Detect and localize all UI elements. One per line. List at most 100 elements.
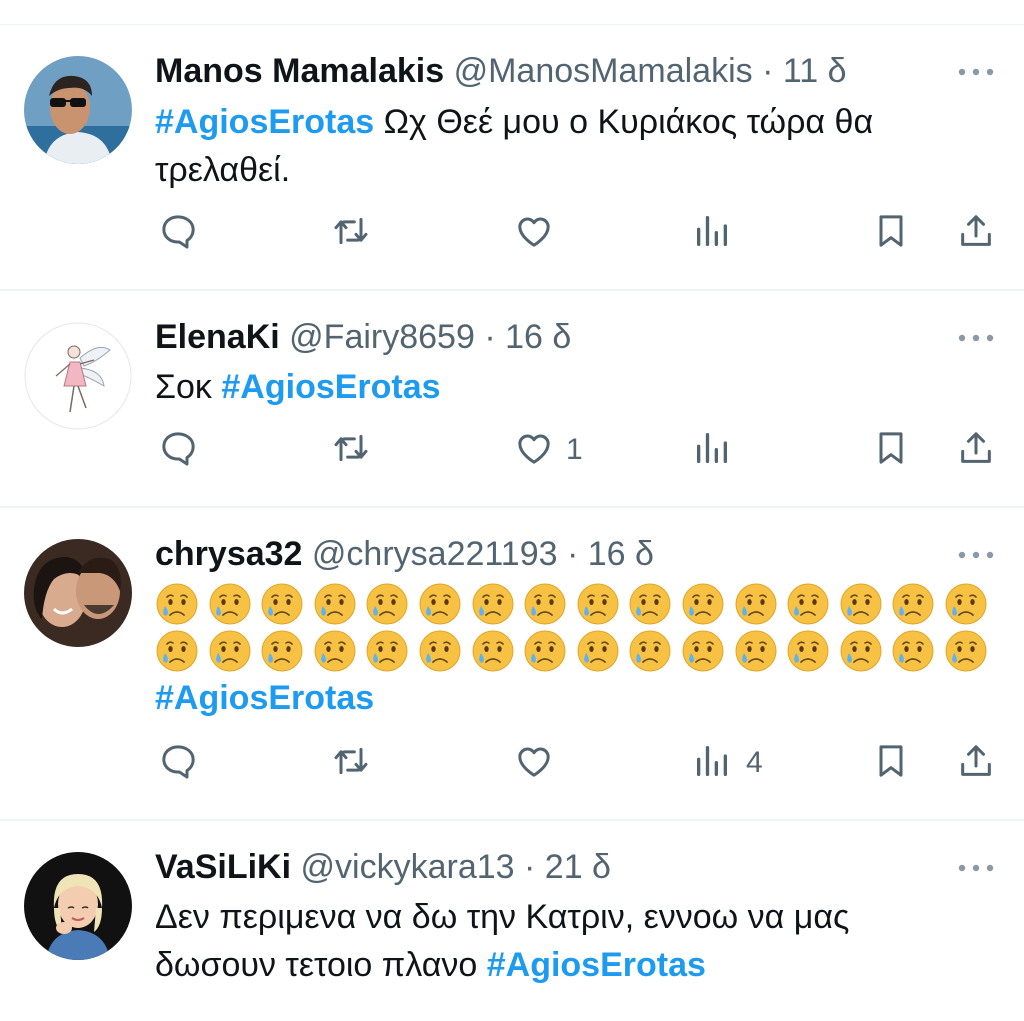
crying-face-emoji xyxy=(681,582,725,626)
display-name[interactable]: chrysa32 xyxy=(155,535,302,573)
separator-dot: · xyxy=(566,535,579,573)
crying-face-emoji xyxy=(891,582,935,626)
share-icon[interactable] xyxy=(956,741,996,785)
display-name[interactable]: VaSiLiKi xyxy=(155,848,291,886)
crying-face-emoji xyxy=(260,582,304,626)
tweet-chrysa[interactable]: chrysa32 @chrysa221193 · 16 δ #AgiosErot… xyxy=(0,508,1024,821)
tweet-header: ElenaKi @Fairy8659 · 16 δ xyxy=(155,317,571,357)
timestamp[interactable]: 21 δ xyxy=(545,848,611,886)
crying-face-emoji xyxy=(155,629,199,673)
emoji-row xyxy=(155,582,995,628)
crying-face-emoji xyxy=(628,629,672,673)
avatar[interactable] xyxy=(24,56,132,164)
more-icon[interactable] xyxy=(956,328,996,348)
action-bar xyxy=(0,211,1024,255)
avatar[interactable] xyxy=(24,322,132,430)
user-handle[interactable]: @chrysa221193 xyxy=(312,535,558,573)
bookmark-icon[interactable] xyxy=(871,428,911,472)
crying-face-emoji xyxy=(418,582,462,626)
tweet-elenaki[interactable]: ElenaKi @Fairy8659 · 16 δ Σοκ #AgiosErot… xyxy=(0,291,1024,508)
crying-face-emoji xyxy=(628,582,672,626)
crying-face-emoji xyxy=(313,582,357,626)
display-name[interactable]: ElenaKi xyxy=(155,318,280,356)
crying-face-emoji xyxy=(208,582,252,626)
user-handle[interactable]: @vickykara13 xyxy=(301,848,515,886)
reply-icon[interactable] xyxy=(158,428,198,472)
tweet-header: Manos Mamalakis @ManosMamalakis · 11 δ xyxy=(155,51,847,91)
views-icon[interactable] xyxy=(692,428,732,472)
user-handle[interactable]: @ManosMamalakis xyxy=(454,52,753,90)
like-icon[interactable] xyxy=(514,428,554,472)
crying-face-emoji xyxy=(523,629,567,673)
crying-face-emoji xyxy=(786,629,830,673)
crying-face-emoji xyxy=(734,582,778,626)
tweet-manos[interactable]: Manos Mamalakis @ManosMamalakis · 11 δ #… xyxy=(0,25,1024,291)
hashtag-link[interactable]: #AgiosErotas xyxy=(155,103,374,141)
crying-face-emoji xyxy=(944,582,988,626)
action-bar: 1 xyxy=(0,428,1024,472)
bookmark-icon[interactable] xyxy=(871,211,911,255)
tweet-header: VaSiLiKi @vickykara13 · 21 δ xyxy=(155,847,611,887)
tweet-text: Δεν περιμενα να δω την Κατριν, εννοω να … xyxy=(155,893,1005,989)
display-name[interactable]: Manos Mamalakis xyxy=(155,52,444,90)
crying-face-emoji xyxy=(523,582,567,626)
hashtag-link[interactable]: #AgiosErotas xyxy=(487,946,706,984)
emoji-row xyxy=(155,629,995,675)
crying-face-emoji xyxy=(839,582,883,626)
crying-face-emoji xyxy=(944,629,988,673)
more-icon[interactable] xyxy=(956,62,996,82)
crying-face-emoji xyxy=(734,629,778,673)
retweet-icon[interactable] xyxy=(331,741,371,785)
views-icon[interactable] xyxy=(692,741,732,785)
views-count: 4 xyxy=(746,746,763,779)
reply-icon[interactable] xyxy=(158,211,198,255)
like-icon[interactable] xyxy=(514,741,554,785)
crying-face-emoji xyxy=(576,629,620,673)
separator-dot: · xyxy=(762,52,774,90)
retweet-icon[interactable] xyxy=(331,428,371,472)
bookmark-icon[interactable] xyxy=(871,741,911,785)
crying-face-emoji xyxy=(471,629,515,673)
views-icon[interactable] xyxy=(692,211,732,255)
crying-face-emoji xyxy=(208,629,252,673)
avatar[interactable] xyxy=(24,539,132,647)
user-handle[interactable]: @Fairy8659 xyxy=(289,318,475,356)
timestamp[interactable]: 16 δ xyxy=(505,318,571,356)
timestamp[interactable]: 16 δ xyxy=(588,535,654,573)
reply-icon[interactable] xyxy=(158,741,198,785)
tweet-text: #AgiosErotas Ωχ Θεέ μου ο Κυριάκος τώρα … xyxy=(155,98,1005,194)
share-icon[interactable] xyxy=(956,211,996,255)
crying-face-emoji xyxy=(313,629,357,673)
retweet-icon[interactable] xyxy=(331,211,371,255)
hashtag-link[interactable]: #AgiosErotas xyxy=(155,679,374,717)
crying-face-emoji xyxy=(155,582,199,626)
tweet-header: chrysa32 @chrysa221193 · 16 δ xyxy=(155,534,654,574)
avatar[interactable] xyxy=(24,852,132,960)
text-line: Δεν περιμενα να δω την Κατριν, εννοω να … xyxy=(155,898,850,936)
crying-face-emoji xyxy=(418,629,462,673)
tweet-text: Σοκ #AgiosErotas xyxy=(155,363,1005,411)
crying-face-emoji xyxy=(365,582,409,626)
like-icon[interactable] xyxy=(514,211,554,255)
timestamp[interactable]: 11 δ xyxy=(783,52,847,90)
separator-dot: · xyxy=(484,318,496,356)
crying-face-emoji xyxy=(891,629,935,673)
crying-face-emoji xyxy=(839,629,883,673)
crying-face-emoji xyxy=(576,582,620,626)
crying-face-emoji xyxy=(260,629,304,673)
crying-face-emoji xyxy=(365,629,409,673)
share-icon[interactable] xyxy=(956,428,996,472)
text-line: Ωχ Θεέ μου ο Κυριάκος τώρα θα xyxy=(383,103,874,141)
tweet-text: #AgiosErotas xyxy=(155,674,1005,722)
crying-face-emoji xyxy=(681,629,725,673)
more-icon[interactable] xyxy=(956,858,996,878)
text-line: δωσουν τετοιο πλανο xyxy=(155,946,478,984)
action-bar: 4 xyxy=(0,741,1024,785)
crying-face-emoji xyxy=(786,582,830,626)
text-line: τρελαθεί. xyxy=(155,151,291,189)
tweet-vasiliki[interactable]: VaSiLiKi @vickykara13 · 21 δ Δεν περιμεν… xyxy=(0,821,1024,1021)
more-icon[interactable] xyxy=(956,545,996,565)
separator-dot: · xyxy=(524,848,536,886)
like-count: 1 xyxy=(566,433,583,466)
hashtag-link[interactable]: #AgiosErotas xyxy=(221,368,440,406)
